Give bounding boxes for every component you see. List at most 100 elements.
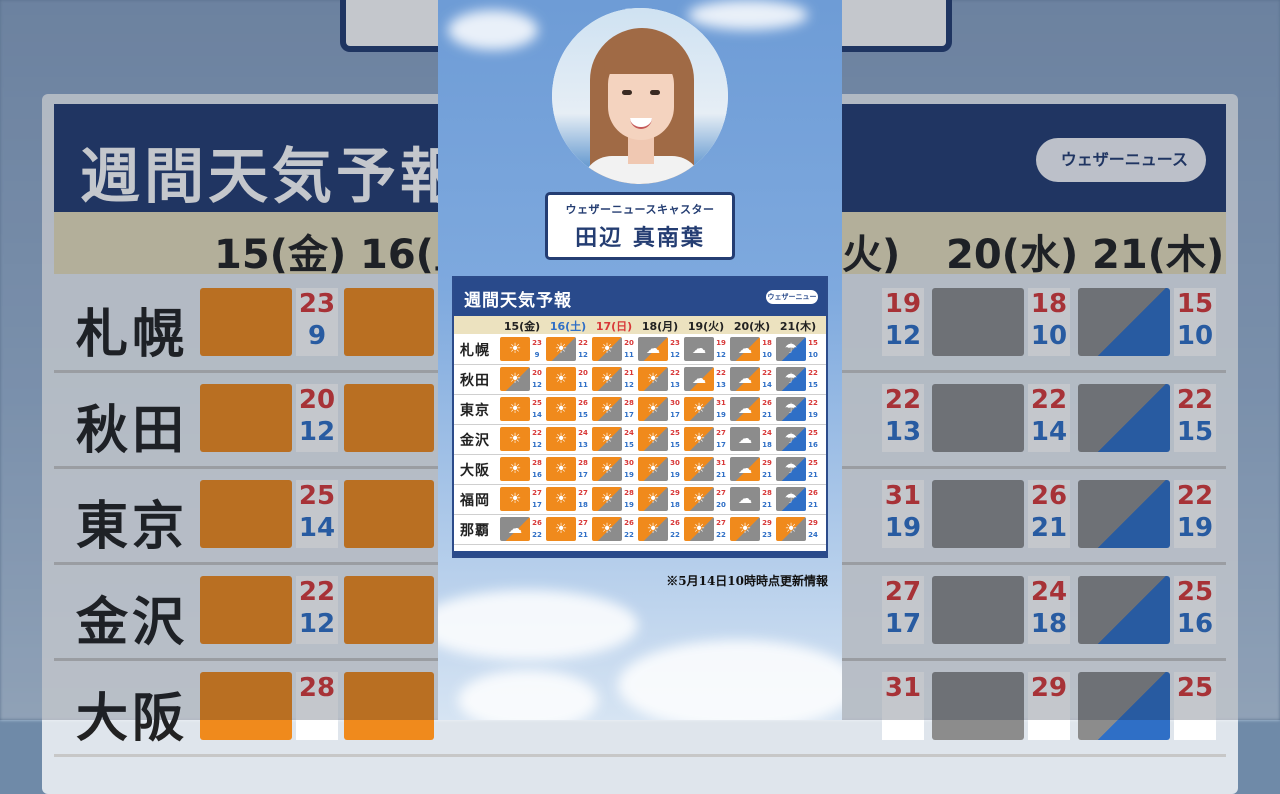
high-temp: 22	[808, 369, 818, 377]
forecast-cell: ☀ 26 22	[638, 517, 682, 541]
sun-cloud-icon: ☀	[684, 457, 714, 481]
low-temp: 19	[716, 411, 726, 419]
temperature-pair: 25 21	[806, 457, 820, 481]
low-temp: 23	[762, 531, 772, 539]
forecast-cell: ☀ 22 12	[500, 427, 544, 451]
caster-name: 田辺 真南葉	[575, 226, 705, 251]
low-temp: 12	[532, 381, 542, 389]
sun-cloud-icon: ☀	[776, 517, 806, 541]
city-label: 秋田	[460, 373, 490, 389]
caster-avatar	[552, 8, 728, 184]
caster-role: ウェザーニュースキャスター	[565, 203, 715, 216]
high-temp: 27	[716, 429, 726, 437]
date-header-5: 20(水)	[733, 320, 771, 333]
temperature-pair: 29 23	[760, 517, 774, 541]
city-label: 金沢	[460, 433, 490, 449]
sun-cloud-icon: ☀	[684, 427, 714, 451]
low-temp: 18	[578, 501, 588, 509]
cloud-rain-icon: ☂	[776, 397, 806, 421]
low-temp: 12	[578, 351, 588, 359]
forecast-cell: ☀ 28 17	[546, 457, 590, 481]
forecast-footer-bar	[454, 551, 826, 556]
cloud-rain-icon: ☂	[776, 457, 806, 481]
sun-icon: ☀	[500, 337, 530, 361]
low-temp: 22	[532, 531, 542, 539]
low-temp: 15	[624, 441, 634, 449]
high-temp: 22	[670, 369, 680, 377]
high-temp: 25	[808, 429, 818, 437]
high-temp: 28	[762, 489, 772, 497]
low-temp: 22	[670, 531, 680, 539]
temperature-pair: 31 19	[714, 397, 728, 421]
high-temp: 26	[670, 519, 680, 527]
cloud-sun-icon: ☁	[684, 367, 714, 391]
sun-icon: ☀	[500, 457, 530, 481]
forecast-cell: ☀ 29 23	[730, 517, 774, 541]
forecast-cell: ☀ 30 19	[592, 457, 636, 481]
forecast-cell: ☁ 22 13	[684, 367, 728, 391]
date-header-3: 18(月)	[641, 320, 679, 333]
forecast-cell: ☂ 25 16	[776, 427, 820, 451]
sun-cloud-icon: ☀	[592, 427, 622, 451]
high-temp: 21	[624, 369, 634, 377]
high-temp: 28	[578, 459, 588, 467]
temperature-pair: 26 22	[668, 517, 682, 541]
low-temp: 19	[624, 501, 634, 509]
cloud-shape	[438, 590, 638, 660]
sun-icon: ☀	[546, 517, 576, 541]
cloud-sun-icon: ☁	[730, 367, 760, 391]
temperature-pair: 26 21	[760, 397, 774, 421]
forecast-cell: ☀ 27 17	[500, 487, 544, 511]
high-temp: 29	[762, 459, 772, 467]
sun-cloud-icon: ☀	[638, 397, 668, 421]
low-temp: 17	[624, 411, 634, 419]
temperature-pair: 29 24	[806, 517, 820, 541]
sun-icon: ☀	[500, 397, 530, 421]
temperature-pair: 28 17	[576, 457, 590, 481]
forecast-cell: ☁ 28 21	[730, 487, 774, 511]
forecast-cell: ☀ 24 13	[546, 427, 590, 451]
forecast-row: 那覇 ☁ 26 22 ☀ 27 21 ☀ 26 22 ☀ 26 22 ☀ 27 22 ☀ 29 23 ☀ 29 24	[454, 514, 826, 545]
low-temp: 20	[716, 501, 726, 509]
forecast-cell: ☀ 28 19	[592, 487, 636, 511]
low-temp: 19	[624, 471, 634, 479]
forecast-row: 東京 ☀ 25 14 ☀ 26 15 ☀ 28 17 ☀ 30 17 ☀ 31 19 ☁ 26 21 ☂ 22 19	[454, 394, 826, 425]
sun-cloud-icon: ☀	[592, 517, 622, 541]
temperature-pair: 24 13	[576, 427, 590, 451]
forecast-cell: ☀ 27 18	[546, 487, 590, 511]
high-temp: 26	[578, 399, 588, 407]
forecast-cell: ☀ 29 18	[638, 487, 682, 511]
sun-cloud-icon: ☀	[546, 337, 576, 361]
sun-icon: ☀	[500, 487, 530, 511]
sun-cloud-icon: ☀	[592, 337, 622, 361]
low-temp: 12	[624, 381, 634, 389]
sun-cloud-icon: ☀	[592, 367, 622, 391]
low-temp: 11	[624, 351, 634, 359]
sun-cloud-icon: ☀	[638, 487, 668, 511]
low-temp: 13	[716, 381, 726, 389]
cloud-shape	[458, 670, 598, 720]
high-temp: 30	[670, 399, 680, 407]
temperature-pair: 26 21	[806, 487, 820, 511]
temperature-pair: 21 12	[622, 367, 636, 391]
low-temp: 22	[716, 531, 726, 539]
temperature-pair: 25 14	[530, 397, 544, 421]
high-temp: 27	[532, 489, 542, 497]
date-header-6: 21(木)	[779, 320, 817, 333]
temperature-pair: 22 12	[576, 337, 590, 361]
temperature-pair: 22 19	[806, 397, 820, 421]
low-temp: 21	[716, 471, 726, 479]
forecast-cell: ☀ 31 21	[684, 457, 728, 481]
high-temp: 24	[624, 429, 634, 437]
low-temp: 10	[808, 351, 818, 359]
temperature-pair: 22 13	[668, 367, 682, 391]
sun-icon: ☀	[546, 457, 576, 481]
cloud-shape	[618, 640, 842, 720]
high-temp: 22	[716, 369, 726, 377]
city-label: 札幌	[460, 343, 490, 359]
temperature-pair: 24 15	[622, 427, 636, 451]
temperature-pair: 22 14	[760, 367, 774, 391]
forecast-cell: ☁ 24 18	[730, 427, 774, 451]
cloud-sun-icon: ☁	[638, 337, 668, 361]
sun-icon: ☀	[500, 427, 530, 451]
